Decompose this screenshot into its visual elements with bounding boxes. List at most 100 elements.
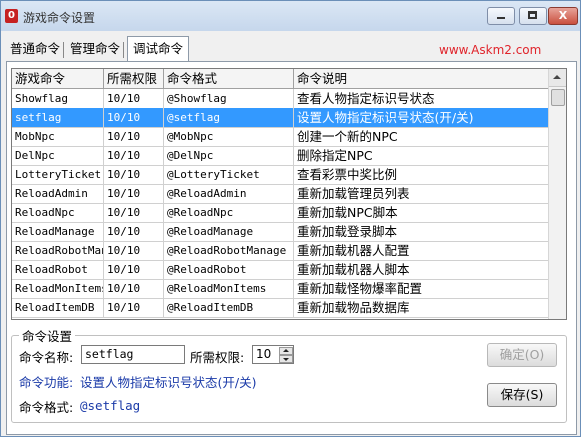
- table-cell-cmd: ReloadRobotManage: [12, 241, 104, 260]
- close-icon: X: [558, 9, 568, 22]
- table-cell-cmd: ReloadNpc: [12, 203, 104, 222]
- table-cell-format: @ReloadMonItems: [164, 279, 294, 298]
- command-name-input[interactable]: setflag: [81, 345, 185, 364]
- table-cell-cmd: ReloadMonItems: [12, 279, 104, 298]
- table-cell-desc: 查看人物指定标识号状态: [297, 91, 435, 106]
- table-row[interactable]: MobNpc 10/10 @MobNpc 创建一个新的NPC: [12, 127, 549, 147]
- table-row[interactable]: ReloadRobot 10/10 @ReloadRobot 重新加载机器人脚本: [12, 260, 549, 280]
- table-cell-perm: 10/10: [104, 184, 164, 203]
- table-cell-desc: 重新加载管理员列表: [297, 186, 410, 201]
- tab-normal-commands[interactable]: 普通命令: [7, 39, 63, 59]
- title-bar[interactable]: 0 游戏命令设置 X: [1, 1, 580, 31]
- spin-down-button[interactable]: [279, 355, 293, 363]
- scroll-thumb[interactable]: [551, 89, 565, 106]
- table-cell-format: @setflag: [164, 108, 294, 127]
- table-cell-desc: 删除指定NPC: [297, 148, 373, 163]
- window-title: 游戏命令设置: [23, 11, 96, 25]
- table-cell-cmd: ReloadRobot: [12, 260, 104, 279]
- table-cell-perm: 10/10: [104, 241, 164, 260]
- table-cell-perm: 10/10: [104, 165, 164, 184]
- site-link[interactable]: www.Askm2.com: [439, 43, 541, 57]
- permission-value: 10: [256, 347, 272, 361]
- table-row[interactable]: ReloadNpc 10/10 @ReloadNpc 重新加载NPC脚本: [12, 203, 549, 223]
- client-area: 普通命令 管理命令 调试命令 www.Askm2.com 游戏命令 所需权限 命…: [1, 31, 580, 436]
- tab-separator: [63, 42, 64, 58]
- table-cell-desc: 重新加载怪物爆率配置: [297, 281, 423, 296]
- confirm-button[interactable]: 确定(O): [487, 343, 557, 367]
- table-cell-cmd: setflag: [12, 108, 104, 127]
- table-cell-format: @ReloadNpc: [164, 203, 294, 222]
- table-row[interactable]: ReloadManage 10/10 @ReloadManage 重新加载登录脚本: [12, 222, 549, 242]
- table-cell-format: @LotteryTicket: [164, 165, 294, 184]
- table-row[interactable]: Showflag 10/10 @Showflag 查看人物指定标识号状态: [12, 89, 549, 109]
- table-cell-format: @ReloadAdmin: [164, 184, 294, 203]
- table-cell-perm: 10/10: [104, 222, 164, 241]
- column-header-command[interactable]: 游戏命令: [12, 69, 104, 88]
- vertical-scrollbar[interactable]: [548, 69, 566, 319]
- table-cell-cmd: DelNpc: [12, 146, 104, 165]
- tab-debug-commands[interactable]: 调试命令: [127, 36, 190, 61]
- table-cell-format: @Showflag: [164, 89, 294, 108]
- table-cell-desc: 创建一个新的NPC: [297, 129, 398, 144]
- maximize-icon: [528, 11, 537, 19]
- command-settings-window: 0 游戏命令设置 X 普通命令 管理命令 调试命令 www.Askm2.com …: [0, 0, 581, 437]
- table-cell-format: @ReloadManage: [164, 222, 294, 241]
- table-cell-format: @ReloadItemDB: [164, 298, 294, 317]
- table-cell-cmd: ReloadItemDB: [12, 298, 104, 317]
- table-row[interactable]: ReloadRobotManage10/10@ReloadRobotManage…: [12, 241, 549, 261]
- table-cell-cmd: MobNpc: [12, 127, 104, 146]
- scroll-up-button[interactable]: [549, 69, 566, 87]
- close-button[interactable]: X: [548, 7, 578, 25]
- command-function-value: 设置人物指定标识号状态(开/关): [80, 375, 257, 390]
- table-cell-perm: 10/10: [104, 127, 164, 146]
- list-header: 游戏命令 所需权限 命令格式 命令说明: [12, 69, 549, 89]
- tab-admin-commands[interactable]: 管理命令: [67, 39, 123, 59]
- table-cell-perm: 10/10: [104, 298, 164, 317]
- table-cell-perm: 10/10: [104, 203, 164, 222]
- table-cell-desc: 设置人物指定标识号状态(开/关): [297, 110, 474, 125]
- spin-up-button[interactable]: [279, 347, 293, 355]
- minimize-button[interactable]: [487, 7, 515, 25]
- table-row[interactable]: ReloadItemDB 10/10 @ReloadItemDB 重新加载物品数据库: [12, 298, 549, 318]
- table-cell-format: @MobNpc: [164, 127, 294, 146]
- maximize-button[interactable]: [519, 7, 547, 25]
- table-cell-format: @ReloadRobot: [164, 260, 294, 279]
- column-header-permission[interactable]: 所需权限: [104, 69, 164, 88]
- table-row[interactable]: ReloadAdmin 10/10 @ReloadAdmin 重新加载管理员列表: [12, 184, 549, 204]
- table-cell-cmd: LotteryTicket: [12, 165, 104, 184]
- table-cell-desc: 重新加载机器人脚本: [297, 262, 410, 277]
- app-icon: 0: [5, 9, 18, 23]
- table-row[interactable]: ReloadMonItems 10/10 @ReloadMonItems 重新加载怪物…: [12, 279, 549, 299]
- table-cell-perm: 10/10: [104, 146, 164, 165]
- table-cell-cmd: ReloadManage: [12, 222, 104, 241]
- table-row[interactable]: setflag 10/10 @setflag 设置人物指定标识号状态(开/关): [12, 108, 549, 128]
- command-function-label: 命令功能:: [19, 375, 74, 390]
- command-format-value: @setflag: [80, 398, 141, 413]
- command-list[interactable]: 游戏命令 所需权限 命令格式 命令说明 Showflag 10/10 @Showfl…: [11, 68, 567, 320]
- column-header-description[interactable]: 命令说明: [294, 69, 549, 88]
- table-cell-cmd: Showflag: [12, 89, 104, 108]
- minimize-icon: [497, 17, 505, 19]
- table-cell-desc: 重新加载机器人配置: [297, 243, 410, 258]
- table-cell-perm: 10/10: [104, 89, 164, 108]
- column-header-format[interactable]: 命令格式: [164, 69, 294, 88]
- table-cell-perm: 10/10: [104, 260, 164, 279]
- table-cell-desc: 重新加载登录脚本: [297, 224, 398, 239]
- save-button[interactable]: 保存(S): [487, 383, 557, 407]
- command-name-label: 命令名称:: [19, 350, 74, 365]
- table-row[interactable]: LotteryTicket 10/10 @LotteryTicket 查看彩票中奖比例: [12, 165, 549, 185]
- group-title: 命令设置: [19, 326, 76, 345]
- tab-separator: [123, 42, 124, 58]
- table-cell-perm: 10/10: [104, 279, 164, 298]
- table-cell-desc: 重新加载NPC脚本: [297, 205, 398, 220]
- table-cell-format: @ReloadRobotManage: [164, 241, 294, 260]
- table-cell-desc: 重新加载物品数据库: [297, 300, 410, 315]
- table-cell-format: @DelNpc: [164, 146, 294, 165]
- arrow-up-icon: [553, 75, 561, 79]
- permission-stepper[interactable]: 10: [252, 345, 294, 364]
- table-cell-desc: 查看彩票中奖比例: [297, 167, 398, 182]
- command-format-label: 命令格式:: [19, 400, 74, 415]
- table-row[interactable]: DelNpc 10/10 @DelNpc 删除指定NPC: [12, 146, 549, 166]
- permission-label: 所需权限:: [190, 350, 245, 365]
- table-cell-perm: 10/10: [104, 108, 164, 127]
